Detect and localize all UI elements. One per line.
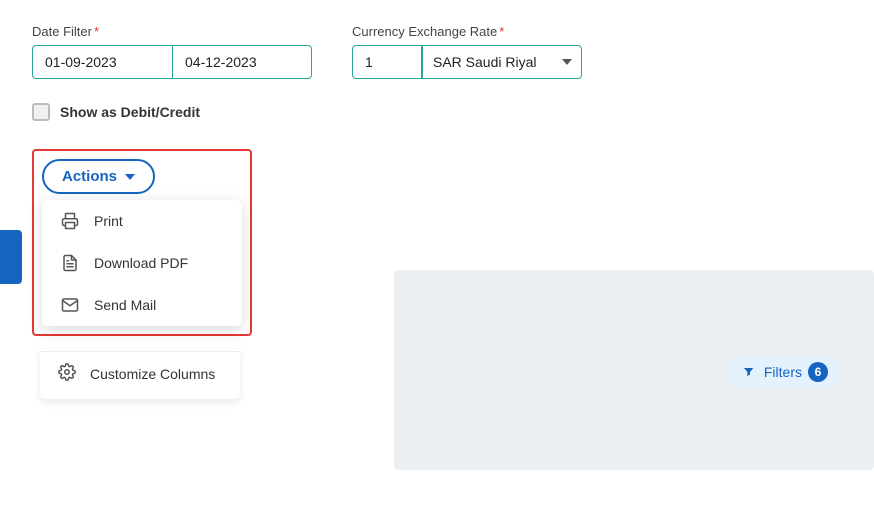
date-filter-group: Date Filter*	[32, 24, 312, 79]
main-content: Date Filter* Currency Exchange Rate* SAR…	[0, 0, 874, 511]
currency-select[interactable]: SAR Saudi Riyal USD US Dollar EUR Euro	[422, 45, 582, 79]
date-filter-label: Date Filter*	[32, 24, 312, 39]
actions-button[interactable]: Actions	[42, 159, 155, 194]
print-icon	[60, 211, 80, 231]
debit-credit-label: Show as Debit/Credit	[60, 104, 200, 120]
pdf-icon	[60, 253, 80, 273]
date-inputs	[32, 45, 312, 79]
debit-credit-row: Show as Debit/Credit	[32, 103, 842, 121]
download-pdf-menu-item[interactable]: Download PDF	[42, 242, 242, 284]
date-end-input[interactable]	[172, 45, 312, 79]
currency-inputs: SAR Saudi Riyal USD US Dollar EUR Euro	[352, 45, 582, 79]
currency-required-star: *	[499, 24, 504, 39]
currency-label: Currency Exchange Rate*	[352, 24, 582, 39]
date-required-star: *	[94, 24, 99, 39]
filters-count-badge: 6	[808, 362, 828, 382]
filter-icon	[742, 364, 758, 380]
customize-columns-label: Customize Columns	[90, 366, 215, 382]
filters-label: Filters	[764, 364, 802, 380]
date-start-input[interactable]	[32, 45, 172, 79]
send-mail-label: Send Mail	[94, 297, 156, 313]
date-filter-text: Date Filter	[32, 24, 92, 39]
actions-chevron-icon	[125, 174, 135, 180]
filters-button[interactable]: Filters 6	[728, 355, 842, 389]
customize-columns-section: Customize Columns	[40, 347, 240, 399]
currency-value-input[interactable]	[352, 45, 422, 79]
left-bar	[0, 230, 22, 284]
currency-label-text: Currency Exchange Rate	[352, 24, 497, 39]
currency-select-wrapper: SAR Saudi Riyal USD US Dollar EUR Euro	[422, 45, 582, 79]
print-label: Print	[94, 213, 123, 229]
download-pdf-label: Download PDF	[94, 255, 188, 271]
mail-icon	[60, 295, 80, 315]
print-menu-item[interactable]: Print	[42, 200, 242, 242]
customize-columns-menu-item[interactable]: Customize Columns	[40, 351, 240, 395]
filter-row: Date Filter* Currency Exchange Rate* SAR…	[32, 24, 842, 79]
gear-icon	[58, 363, 76, 384]
actions-highlighted-box: Actions Print	[32, 149, 252, 336]
currency-group: Currency Exchange Rate* SAR Saudi Riyal …	[352, 24, 582, 79]
debit-credit-checkbox[interactable]	[32, 103, 50, 121]
dropdown-menu: Print Download PDF	[42, 200, 242, 326]
actions-button-label: Actions	[62, 168, 117, 185]
send-mail-menu-item[interactable]: Send Mail	[42, 284, 242, 326]
